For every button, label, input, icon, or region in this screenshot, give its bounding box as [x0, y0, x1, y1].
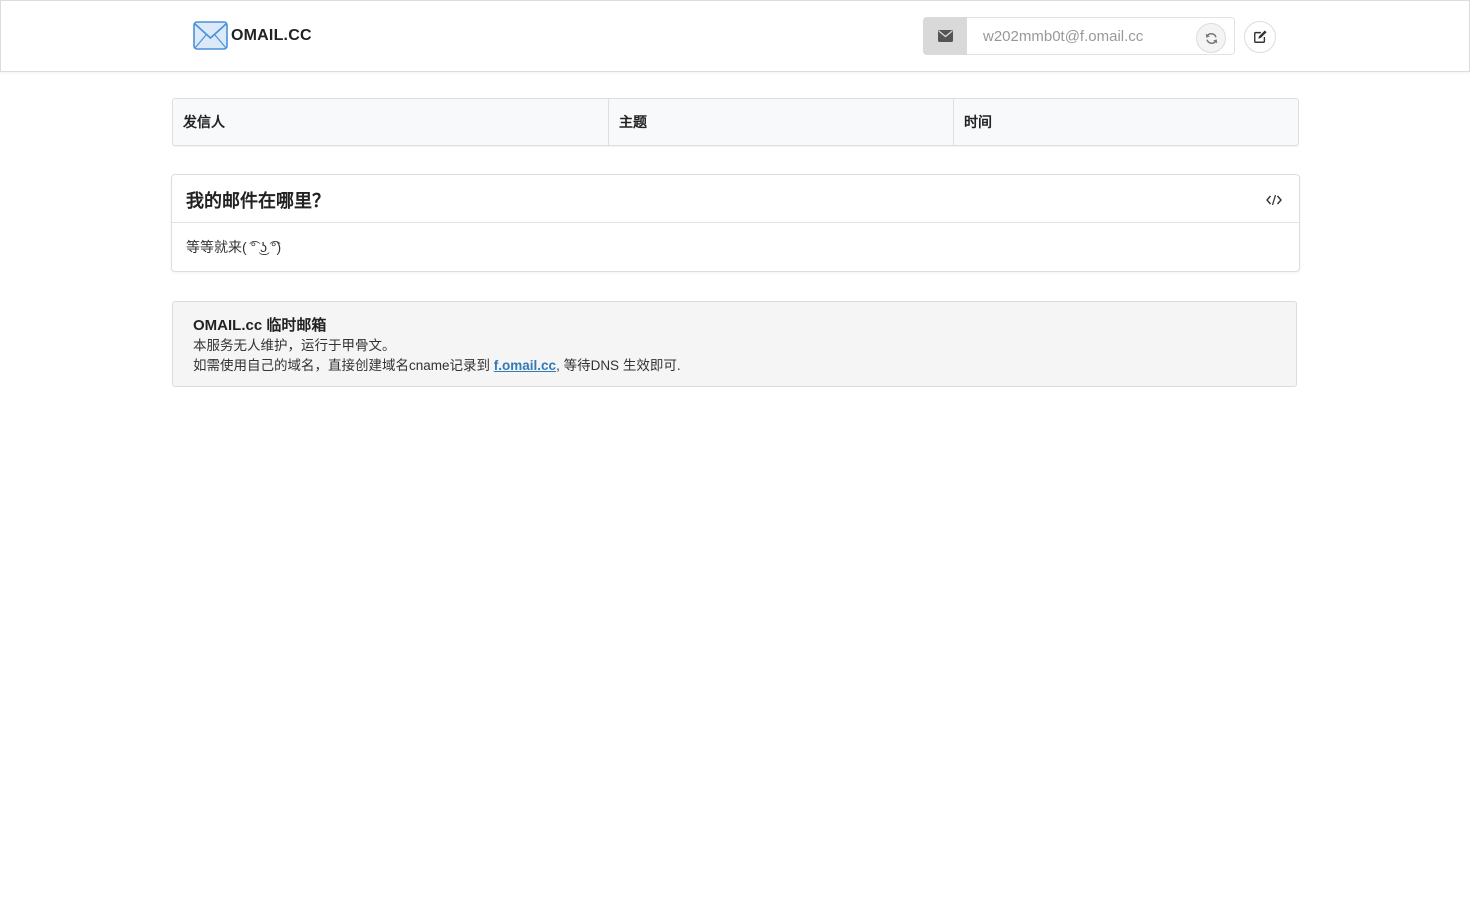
code-toggle-button[interactable]	[1263, 191, 1285, 209]
column-header-time: 时间	[964, 114, 992, 130]
envelope-icon	[937, 30, 953, 42]
brand-name: OMAIL.CC	[231, 26, 312, 44]
panel-title: 我的邮件在哪里？	[186, 191, 330, 211]
info-title: OMAIL.cc 临时邮箱	[193, 317, 327, 334]
service-info-box: OMAIL.cc 临时邮箱 本服务无人维护，运行于甲骨文。 如需使用自己的域名，…	[172, 301, 1297, 387]
code-icon	[1266, 194, 1282, 206]
refresh-icon	[1205, 32, 1217, 44]
info-line-custom-domain: 如需使用自己的域名，直接创建域名cname记录到 f.omail.cc, 等待D…	[193, 356, 1276, 376]
custom-domain-prefix: 如需使用自己的域名，直接创建域名cname记录到	[193, 358, 494, 373]
top-navbar: OMAIL.CC	[0, 0, 1470, 72]
custom-domain-suffix: , 等待DNS 生效即可.	[556, 358, 681, 373]
mail-list-header: 发信人 主题 时间	[172, 98, 1299, 146]
where-is-my-mail-panel: 我的邮件在哪里？ 等等就来( ͡° ͜ʖ ͡°)	[171, 174, 1300, 272]
refresh-address-button[interactable]	[1196, 23, 1226, 53]
info-line-maintenance: 本服务无人维护，运行于甲骨文。	[193, 338, 396, 353]
cname-target-link[interactable]: f.omail.cc	[494, 358, 556, 373]
address-input-group	[923, 17, 1235, 55]
email-address-input[interactable]	[967, 18, 1187, 54]
panel-heading: 我的邮件在哪里？	[172, 175, 1299, 223]
compose-button[interactable]	[1244, 21, 1276, 53]
brand-link[interactable]: OMAIL.CC	[193, 21, 312, 50]
edit-icon	[1254, 30, 1267, 43]
address-addon	[923, 17, 967, 55]
column-header-subject: 主题	[609, 99, 954, 145]
panel-body-text: 等等就来( ͡° ͜ʖ ͡°)	[186, 239, 282, 255]
column-header-sender: 发信人	[173, 99, 609, 145]
envelope-logo-icon	[193, 21, 228, 50]
address-box	[967, 17, 1235, 55]
